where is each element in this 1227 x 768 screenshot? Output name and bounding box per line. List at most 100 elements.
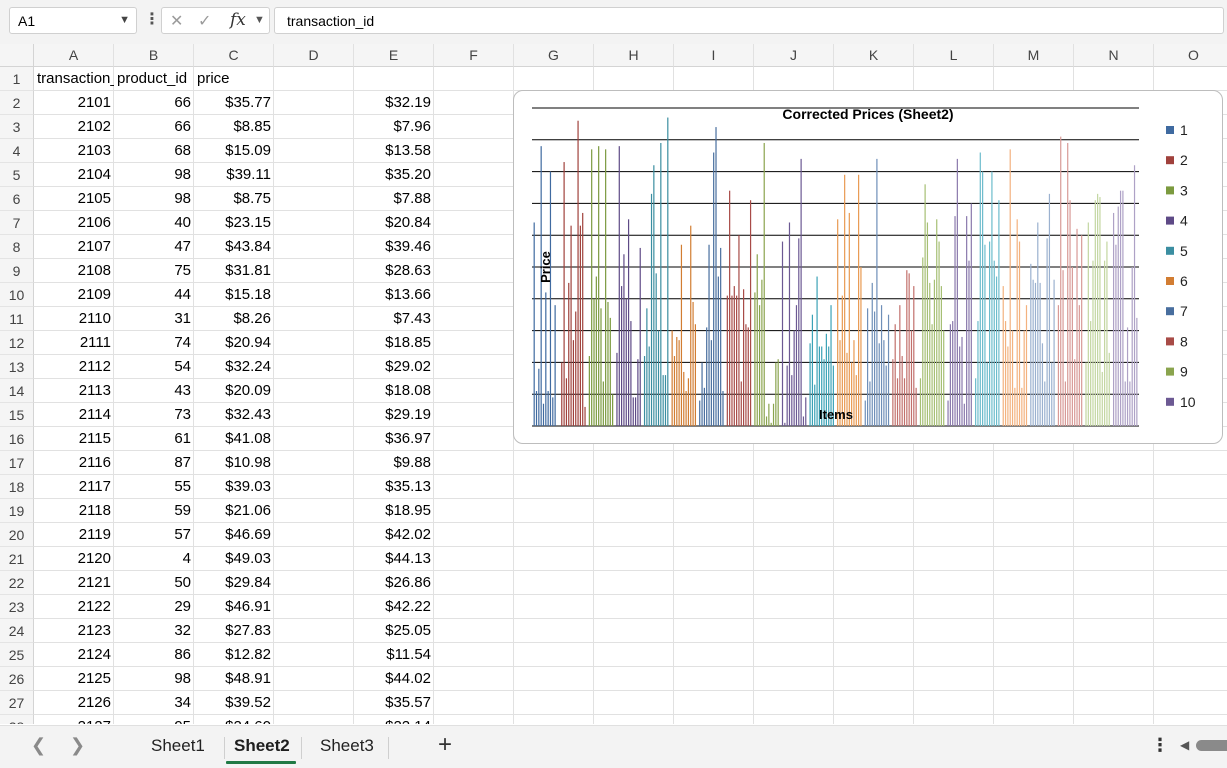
horizontal-scrollbar-thumb[interactable] [1196, 740, 1227, 751]
row-header-7[interactable]: 7 [0, 211, 34, 235]
table-cell[interactable]: $15.09 [194, 139, 274, 163]
row-header-1[interactable]: 1 [0, 67, 34, 91]
column-header-o[interactable]: O [1154, 44, 1227, 67]
table-cell[interactable]: 59 [114, 499, 194, 523]
table-cell[interactable]: 2102 [34, 115, 114, 139]
table-cell[interactable]: $39.52 [194, 691, 274, 715]
column-header-d[interactable]: D [274, 44, 354, 67]
table-cell[interactable]: $42.02 [354, 523, 434, 547]
more-options-icon[interactable]: ⋮ [1151, 735, 1169, 756]
chevron-down-icon[interactable]: ▼ [119, 14, 130, 26]
table-cell[interactable]: 2110 [34, 307, 114, 331]
row-header-27[interactable]: 27 [0, 691, 34, 715]
table-cell[interactable]: 31 [114, 307, 194, 331]
column-header-b[interactable]: B [114, 44, 194, 67]
table-cell[interactable]: 50 [114, 571, 194, 595]
table-cell[interactable]: 68 [114, 139, 194, 163]
table-cell[interactable]: $35.13 [354, 475, 434, 499]
chart[interactable]: Corrected Prices (Sheet2) Items Price 1 2 3 4 5… [513, 90, 1223, 444]
table-cell[interactable]: $10.98 [194, 451, 274, 475]
row-header-2[interactable]: 2 [0, 91, 34, 115]
table-cell[interactable]: $7.96 [354, 115, 434, 139]
table-cell[interactable]: 2104 [34, 163, 114, 187]
table-cell[interactable]: $39.03 [194, 475, 274, 499]
table-cell[interactable]: 32 [114, 619, 194, 643]
column-header-l[interactable]: L [914, 44, 994, 67]
table-cell[interactable]: $27.83 [194, 619, 274, 643]
table-cell[interactable]: 2126 [34, 691, 114, 715]
column-header-n[interactable]: N [1074, 44, 1154, 67]
table-cell[interactable]: $8.75 [194, 187, 274, 211]
row-header-21[interactable]: 21 [0, 547, 34, 571]
row-header-28[interactable]: 28 [0, 715, 34, 724]
table-cell[interactable]: $39.46 [354, 235, 434, 259]
row-header-11[interactable]: 11 [0, 307, 34, 331]
table-cell[interactable]: $26.86 [354, 571, 434, 595]
table-cell[interactable]: 2111 [34, 331, 114, 355]
row-header-18[interactable]: 18 [0, 475, 34, 499]
table-cell[interactable]: 66 [114, 91, 194, 115]
row-header-22[interactable]: 22 [0, 571, 34, 595]
table-cell[interactable]: $32.43 [194, 403, 274, 427]
more-options-icon[interactable]: ⋮ [144, 9, 160, 29]
table-cell[interactable]: 47 [114, 235, 194, 259]
tab-sheet3[interactable]: Sheet3 [320, 736, 374, 756]
table-cell[interactable]: $44.13 [354, 547, 434, 571]
table-cell[interactable]: $29.19 [354, 403, 434, 427]
row-header-5[interactable]: 5 [0, 163, 34, 187]
table-cell[interactable]: $23.15 [194, 211, 274, 235]
table-cell[interactable]: 98 [114, 187, 194, 211]
table-cell[interactable]: 2106 [34, 211, 114, 235]
table-cell[interactable]: $48.91 [194, 667, 274, 691]
table-cell[interactable]: 2114 [34, 403, 114, 427]
table-cell[interactable]: $32.24 [194, 355, 274, 379]
table-cell[interactable]: 2109 [34, 283, 114, 307]
table-cell[interactable]: $29.02 [354, 355, 434, 379]
row-header-8[interactable]: 8 [0, 235, 34, 259]
header-cell[interactable]: product_id [114, 67, 194, 91]
table-cell[interactable]: 43 [114, 379, 194, 403]
table-cell[interactable]: $11.54 [354, 643, 434, 667]
table-cell[interactable]: 2108 [34, 259, 114, 283]
table-cell[interactable]: 2116 [34, 451, 114, 475]
table-cell[interactable]: $46.91 [194, 595, 274, 619]
table-cell[interactable]: $24.60 [194, 715, 274, 724]
table-cell[interactable]: 2112 [34, 355, 114, 379]
table-cell[interactable]: 2118 [34, 499, 114, 523]
formula-input[interactable]: transaction_id [274, 7, 1224, 34]
table-cell[interactable]: 40 [114, 211, 194, 235]
table-cell[interactable]: 2122 [34, 595, 114, 619]
row-header-24[interactable]: 24 [0, 619, 34, 643]
table-cell[interactable]: 98 [114, 163, 194, 187]
tab-sheet1[interactable]: Sheet1 [151, 736, 205, 756]
table-cell[interactable]: $46.69 [194, 523, 274, 547]
table-cell[interactable]: 54 [114, 355, 194, 379]
row-header-12[interactable]: 12 [0, 331, 34, 355]
select-all-corner[interactable] [0, 44, 34, 67]
table-cell[interactable]: $21.06 [194, 499, 274, 523]
table-cell[interactable]: 95 [114, 715, 194, 724]
table-cell[interactable]: $35.57 [354, 691, 434, 715]
column-header-c[interactable]: C [194, 44, 274, 67]
column-header-g[interactable]: G [514, 44, 594, 67]
table-cell[interactable]: 2117 [34, 475, 114, 499]
table-cell[interactable]: 2120 [34, 547, 114, 571]
row-header-15[interactable]: 15 [0, 403, 34, 427]
table-cell[interactable]: $32.19 [354, 91, 434, 115]
table-cell[interactable]: $39.11 [194, 163, 274, 187]
table-cell[interactable]: 86 [114, 643, 194, 667]
row-header-10[interactable]: 10 [0, 283, 34, 307]
table-cell[interactable]: 61 [114, 427, 194, 451]
column-header-i[interactable]: I [674, 44, 754, 67]
table-cell[interactable]: 2107 [34, 235, 114, 259]
row-header-6[interactable]: 6 [0, 187, 34, 211]
add-sheet-button[interactable]: + [438, 731, 452, 759]
table-cell[interactable]: $36.97 [354, 427, 434, 451]
chevron-down-icon[interactable]: ▼ [254, 14, 265, 26]
table-cell[interactable]: $35.77 [194, 91, 274, 115]
table-cell[interactable]: 66 [114, 115, 194, 139]
table-cell[interactable]: $29.84 [194, 571, 274, 595]
table-cell[interactable]: 2105 [34, 187, 114, 211]
column-header-f[interactable]: F [434, 44, 514, 67]
table-cell[interactable]: 74 [114, 331, 194, 355]
